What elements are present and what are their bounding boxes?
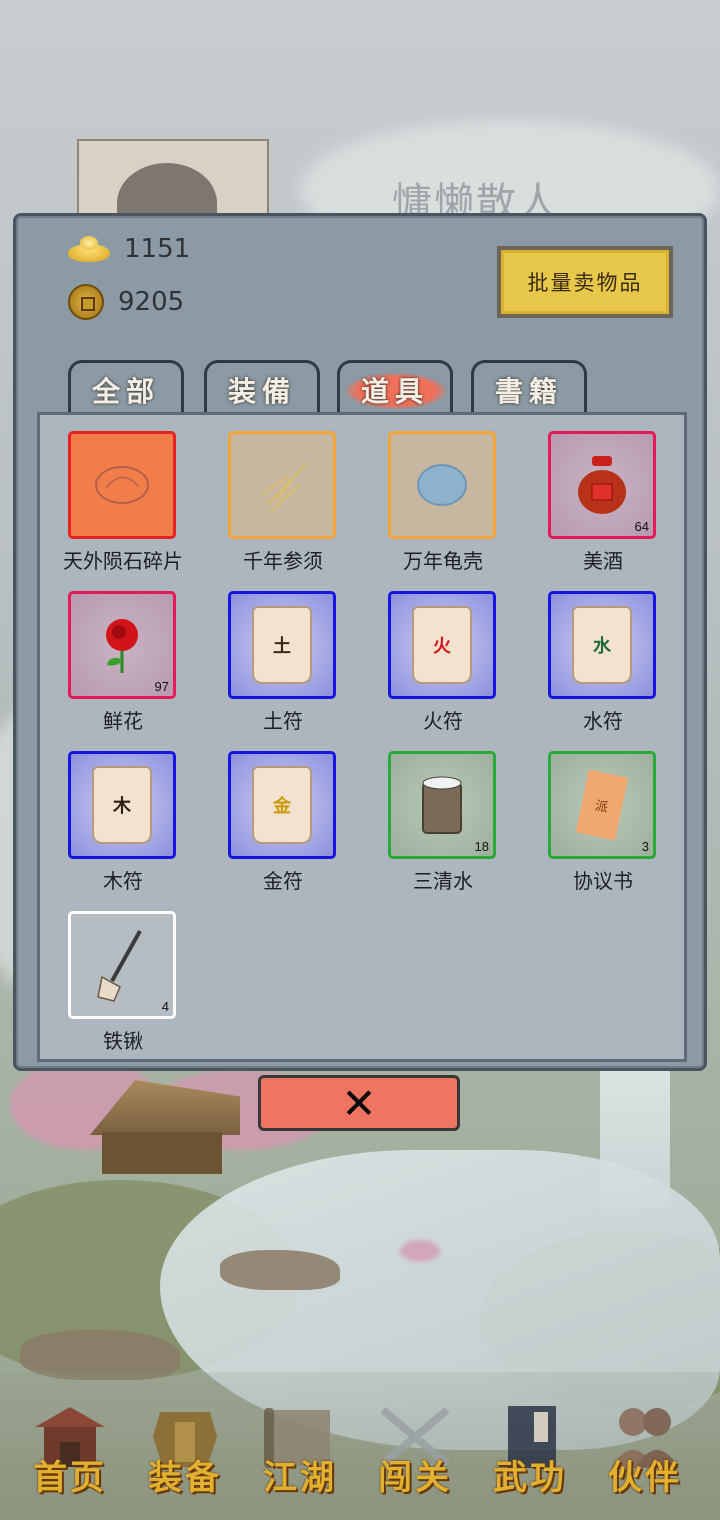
tab-equipment[interactable]: 装備 (204, 360, 320, 416)
water-bucket-icon (422, 776, 462, 834)
turtle-shell-icon (417, 464, 467, 506)
nav-label: 江湖 (263, 1458, 337, 1498)
gold-ingot-row: 1151 (68, 234, 190, 264)
item-name: 木符 (103, 869, 143, 893)
hut-illustration (90, 1080, 240, 1175)
meteorite-icon (95, 466, 149, 504)
item-count: 97 (154, 679, 169, 694)
item-grid: 天外陨石碎片 千年参须 万年龟壳 64 美酒 97 鲜花 土 土符 火 火符 水… (37, 412, 687, 1062)
item-count: 4 (161, 999, 169, 1014)
item-cell[interactable]: 97 鲜花 (68, 591, 178, 734)
item-slot[interactable] (68, 431, 176, 539)
item-slot[interactable]: 火 (388, 591, 496, 699)
item-name: 水符 (583, 709, 623, 733)
nav-martial-arts[interactable]: 武功 (475, 1392, 585, 1512)
item-slot[interactable]: 木 (68, 751, 176, 859)
bottom-nav: 首页 装备 江湖 闯关 武功 伙伴 (0, 1372, 720, 1520)
tab-all[interactable]: 全部 (68, 360, 184, 416)
nav-challenge[interactable]: 闯关 (360, 1392, 470, 1512)
item-slot[interactable] (388, 431, 496, 539)
fire-talisman-icon: 火 (412, 606, 472, 684)
item-slot[interactable]: 18 (388, 751, 496, 859)
ginseng-icon (260, 462, 308, 512)
item-cell[interactable]: 水 水符 (548, 591, 658, 734)
nav-equipment[interactable]: 装备 (130, 1392, 240, 1512)
item-slot[interactable]: 金 (228, 751, 336, 859)
copper-coin-icon (68, 284, 104, 320)
item-name: 土符 (263, 709, 303, 733)
item-name: 天外陨石碎片 (63, 549, 183, 573)
item-cell[interactable]: 金 金符 (228, 751, 338, 894)
close-button[interactable]: ✕ (258, 1075, 460, 1131)
contract-scroll-icon: 派 (575, 769, 629, 841)
copper-coin-row: 9205 (68, 284, 184, 320)
item-name: 火符 (423, 709, 463, 733)
item-name: 万年龟壳 (403, 549, 483, 573)
item-cell[interactable]: 天外陨石碎片 (63, 431, 183, 574)
item-name: 协议书 (573, 869, 633, 893)
item-count: 18 (474, 839, 489, 854)
item-name: 千年参须 (243, 549, 323, 573)
item-cell[interactable]: 18 三清水 (388, 751, 498, 894)
close-icon: ✕ (341, 1078, 377, 1128)
item-count: 64 (634, 519, 649, 534)
item-name: 金符 (263, 869, 303, 893)
wood-talisman-icon: 木 (92, 766, 152, 844)
item-slot[interactable] (228, 431, 336, 539)
item-name: 鲜花 (103, 709, 143, 733)
nav-home[interactable]: 首页 (15, 1392, 125, 1512)
water-talisman-icon: 水 (572, 606, 632, 684)
item-cell[interactable]: 千年参须 (228, 431, 338, 574)
item-slot[interactable]: 64 (548, 431, 656, 539)
item-cell[interactable]: 万年龟壳 (388, 431, 498, 574)
item-cell[interactable]: 木 木符 (68, 751, 178, 894)
inventory-panel: 1151 9205 批量卖物品 全部 装備 道具 書籍 天外陨石碎片 千年参须 … (13, 213, 707, 1071)
wine-jar-icon (578, 456, 626, 514)
item-cell[interactable]: 火 火符 (388, 591, 498, 734)
copper-coin-amount: 9205 (118, 287, 185, 317)
rose-icon (106, 619, 138, 673)
item-name: 铁锹 (103, 1029, 143, 1053)
item-cell[interactable]: 派 3 协议书 (548, 751, 658, 894)
gold-ingot-amount: 1151 (124, 234, 191, 264)
nav-jianghu[interactable]: 江湖 (245, 1392, 355, 1512)
item-slot[interactable]: 97 (68, 591, 176, 699)
nav-label: 首页 (33, 1458, 107, 1498)
item-count: 3 (641, 839, 649, 854)
gold-ingot-icon (68, 236, 110, 262)
nav-label: 装备 (148, 1458, 222, 1498)
item-cell[interactable]: 土 土符 (228, 591, 338, 734)
metal-talisman-icon: 金 (252, 766, 312, 844)
nav-label: 武功 (493, 1458, 567, 1498)
nav-partners[interactable]: 伙伴 (590, 1392, 700, 1512)
item-cell[interactable]: 4 铁锹 (68, 911, 178, 1054)
item-name: 三清水 (413, 869, 473, 893)
item-slot[interactable]: 水 (548, 591, 656, 699)
bulk-sell-button[interactable]: 批量卖物品 (497, 246, 673, 318)
nav-label: 伙伴 (608, 1458, 682, 1498)
item-slot[interactable]: 派 3 (548, 751, 656, 859)
earth-talisman-icon: 土 (252, 606, 312, 684)
tab-items[interactable]: 道具 (337, 360, 453, 416)
item-slot[interactable]: 4 (68, 911, 176, 1019)
item-slot[interactable]: 土 (228, 591, 336, 699)
item-cell[interactable]: 64 美酒 (548, 431, 658, 574)
nav-label: 闯关 (378, 1458, 452, 1498)
item-name: 美酒 (583, 549, 623, 573)
shovel-icon (97, 930, 142, 1002)
tab-books[interactable]: 書籍 (471, 360, 587, 416)
